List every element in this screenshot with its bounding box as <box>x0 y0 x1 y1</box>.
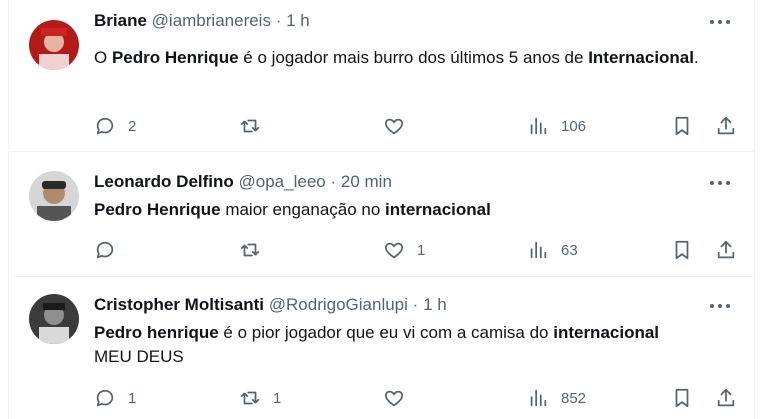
author-name[interactable]: Cristopher Moltisanti <box>94 295 264 314</box>
reply-icon <box>96 389 114 407</box>
reply-count: 1 <box>128 389 137 407</box>
bookmark-button[interactable] <box>671 237 693 263</box>
tweet-text-highlight: Pedro Henrique <box>111 48 239 67</box>
retweet-button[interactable] <box>239 237 273 263</box>
share-button[interactable] <box>715 385 737 411</box>
like-button[interactable] <box>383 385 417 411</box>
tweet-text-segment: maior enganação no <box>220 200 386 219</box>
more-options-button[interactable] <box>708 296 732 316</box>
tweet-header: Briane @iambrianereis · 1 h <box>94 10 310 32</box>
more-horizontal-icon <box>710 181 730 185</box>
author-handle[interactable]: @RodrigoGianlupi <box>269 295 408 314</box>
bookmark-icon <box>675 240 689 260</box>
retweet-button[interactable] <box>239 113 273 139</box>
tweet-text-segment: MEU DEUS <box>94 347 184 366</box>
tweet-text-segment: . <box>694 48 699 67</box>
tweet-text: O Pedro Henrique é o jogador mais burro … <box>94 46 744 70</box>
more-horizontal-icon <box>710 20 730 24</box>
timestamp[interactable]: 20 min <box>341 172 392 191</box>
tweet-text-segment: é o jogador mais burro dos últimos 5 ano… <box>238 48 589 67</box>
tweet-text-highlight: Pedro Henrique <box>94 200 221 219</box>
views-chart-icon <box>530 117 547 135</box>
tweet-actions: 1 63 <box>94 237 754 263</box>
author-handle[interactable]: @iambrianereis <box>152 11 271 30</box>
tweet-text: Pedro Henrique maior enganação no intern… <box>94 198 744 222</box>
tweet-text-highlight: internacional <box>385 200 491 219</box>
reply-button[interactable]: 1 <box>94 385 136 411</box>
heart-icon <box>384 118 404 135</box>
reply-count: 2 <box>128 117 137 135</box>
tweet-text-highlight: Internacional <box>588 48 694 67</box>
retweet-icon <box>240 391 260 405</box>
reply-icon <box>96 241 114 259</box>
separator: · <box>275 11 282 30</box>
reply-button[interactable]: 2 <box>94 113 136 139</box>
avatar[interactable] <box>29 20 79 70</box>
tweet-header: Leonardo Delfino @opa_leeo · 20 min <box>94 171 392 193</box>
views-chart-icon <box>530 389 547 407</box>
tweet-text: Pedro henrique é o pior jogador que eu v… <box>94 321 744 369</box>
reply-icon <box>96 117 114 135</box>
heart-icon <box>384 390 404 407</box>
share-button[interactable] <box>715 113 737 139</box>
retweet-icon <box>240 119 260 133</box>
more-options-button[interactable] <box>708 12 732 32</box>
views-count: 63 <box>561 241 578 259</box>
tweet-header: Cristopher Moltisanti @RodrigoGianlupi ·… <box>94 294 447 316</box>
retweet-icon <box>240 243 260 257</box>
author-name[interactable]: Leonardo Delfino <box>94 172 234 191</box>
tweet-text-highlight: Pedro henrique <box>94 323 219 342</box>
share-icon <box>717 388 735 407</box>
share-icon <box>717 116 735 135</box>
share-icon <box>717 240 735 259</box>
avatar[interactable] <box>29 294 79 344</box>
like-count: 1 <box>417 241 426 259</box>
share-button[interactable] <box>715 237 737 263</box>
timestamp[interactable]: 1 h <box>286 11 310 30</box>
tweet-actions: 1 1 852 <box>94 385 754 411</box>
more-options-button[interactable] <box>708 173 732 193</box>
views-count: 852 <box>561 389 587 407</box>
author-handle[interactable]: @opa_leeo <box>239 172 326 191</box>
like-button[interactable]: 1 <box>383 237 425 263</box>
tweet-feed: Briane @iambrianereis · 1 h O Pedro Henr… <box>8 0 755 419</box>
author-name[interactable]: Briane <box>94 11 147 30</box>
tweet-actions: 2 106 <box>94 113 754 139</box>
views-button[interactable]: 852 <box>527 385 586 411</box>
like-button[interactable] <box>383 113 417 139</box>
views-button[interactable]: 106 <box>527 113 586 139</box>
views-chart-icon <box>530 241 547 259</box>
tweet-text-segment: é o pior jogador que eu vi com a camisa … <box>218 323 554 342</box>
views-button[interactable]: 63 <box>527 237 578 263</box>
views-count: 106 <box>561 117 587 135</box>
tweet-text-segment: O <box>94 48 112 67</box>
reply-button[interactable] <box>94 237 128 263</box>
retweet-button[interactable]: 1 <box>239 385 281 411</box>
bookmark-icon <box>675 116 689 136</box>
tweet-text-highlight: internacional <box>553 323 660 342</box>
tweet[interactable]: Cristopher Moltisanti @RodrigoGianlupi ·… <box>9 278 754 419</box>
separator: · <box>412 295 419 314</box>
timestamp[interactable]: 1 h <box>423 295 447 314</box>
bookmark-button[interactable] <box>671 385 693 411</box>
bookmark-icon <box>675 388 689 408</box>
separator: · <box>330 172 337 191</box>
bookmark-button[interactable] <box>671 113 693 139</box>
retweet-count: 1 <box>273 389 282 407</box>
tweet[interactable]: Leonardo Delfino @opa_leeo · 20 min Pedr… <box>9 153 754 277</box>
heart-icon <box>384 242 404 259</box>
tweet[interactable]: Briane @iambrianereis · 1 h O Pedro Henr… <box>9 0 754 152</box>
more-horizontal-icon <box>710 304 730 308</box>
avatar[interactable] <box>29 171 79 221</box>
